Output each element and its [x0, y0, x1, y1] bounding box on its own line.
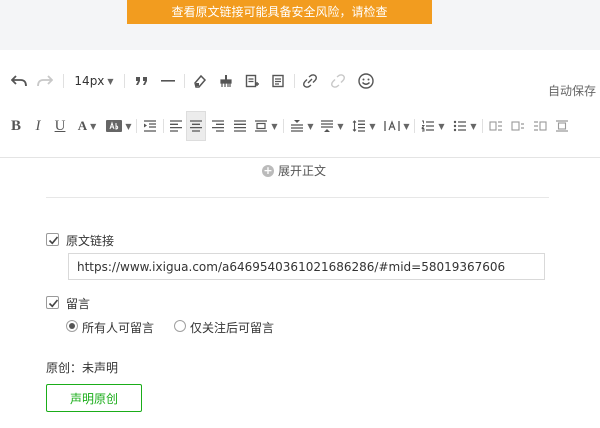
align-right-icon[interactable] [208, 111, 228, 141]
image-float-right-icon[interactable] [530, 111, 550, 141]
unlink-icon[interactable] [328, 66, 348, 96]
chevron-down-icon: ▼ [125, 121, 132, 131]
chevron-down-icon: ▼ [403, 121, 410, 131]
image-float-none-icon[interactable] [508, 111, 528, 141]
eraser-icon[interactable] [190, 66, 210, 96]
comment-label: 留言 [66, 297, 91, 311]
declare-original-button[interactable]: 声明原创 [46, 384, 142, 412]
line-spacing-after-icon[interactable]: ▼ [318, 111, 346, 141]
insert-template-icon[interactable] [242, 66, 262, 96]
chevron-down-icon: ▼ [307, 121, 314, 131]
image-center-icon[interactable] [552, 111, 572, 141]
emoji-icon[interactable] [356, 66, 376, 96]
original-link-input[interactable] [68, 253, 545, 280]
chevron-down-icon: ▼ [337, 121, 344, 131]
original-link-checkbox[interactable] [46, 233, 59, 246]
toolbar-separator [184, 74, 185, 88]
horizontal-rule-icon[interactable] [158, 66, 178, 96]
toolbar-row-2: B I U A ▼ ▼ ▼ ▼ ▼ ▼ ▼ ▼ ▼ [0, 111, 600, 141]
toolbar-separator [283, 119, 284, 133]
chevron-down-icon: ▼ [271, 121, 278, 131]
letter-spacing-icon[interactable]: ▼ [382, 111, 412, 141]
line-spacing-before-icon[interactable]: ▼ [288, 111, 316, 141]
toolbar-separator [482, 119, 483, 133]
chevron-down-icon: ▼ [107, 76, 114, 86]
original-status: 原创：未声明 [46, 361, 119, 375]
align-center-icon[interactable] [186, 111, 206, 141]
italic-icon[interactable]: I [28, 111, 48, 141]
font-size-dropdown[interactable]: 14px ▼ [72, 66, 116, 96]
toolbar-row-1: 14px ▼ 自动保存 [0, 66, 600, 98]
format-painter-icon[interactable] [216, 66, 236, 96]
chevron-down-icon: ▼ [438, 121, 445, 131]
toolbar-separator [136, 119, 137, 133]
ordered-list-icon[interactable]: ▼ [418, 111, 448, 141]
comment-option-everyone-label[interactable]: 所有人可留言 [82, 319, 154, 336]
section-divider [46, 197, 549, 198]
toolbar-separator [124, 74, 125, 88]
original-link-label: 原文链接 [66, 234, 115, 248]
toolbar-separator [163, 119, 164, 133]
link-icon[interactable] [300, 66, 320, 96]
align-left-icon[interactable] [166, 111, 186, 141]
top-area: 查看原文链接可能具备安全风险，请检查 [0, 0, 600, 50]
chevron-down-icon: ▼ [369, 121, 376, 131]
comment-checkbox[interactable] [46, 296, 59, 309]
font-size-value: 14px [74, 74, 105, 88]
image-float-left-icon[interactable] [486, 111, 506, 141]
align-justify-icon[interactable] [230, 111, 250, 141]
expand-content-toggle[interactable]: + 展开正文 [262, 162, 326, 179]
autosave-label: 自动保存 [547, 84, 596, 98]
quote-icon[interactable] [132, 66, 152, 96]
redo-icon[interactable] [34, 66, 56, 96]
toolbar-separator [414, 119, 415, 133]
underline-icon[interactable]: U [50, 111, 70, 141]
unordered-list-icon[interactable]: ▼ [450, 111, 480, 141]
bold-icon[interactable]: B [6, 111, 26, 141]
editor-toolbar: 14px ▼ 自动保存 B I U A ▼ ▼ ▼ ▼ ▼ ▼ ▼ ▼ ▼ [0, 50, 600, 158]
comment-option-followers-label[interactable]: 仅关注后可留言 [190, 319, 274, 336]
toolbar-separator [63, 74, 64, 88]
font-color-icon[interactable]: A ▼ [73, 111, 101, 141]
undo-icon[interactable] [8, 66, 30, 96]
template-list-icon[interactable] [268, 66, 288, 96]
warning-banner: 查看原文链接可能具备安全风险，请检查 [127, 0, 432, 24]
block-align-icon[interactable]: ▼ [252, 111, 280, 141]
comment-option-followers-radio[interactable] [174, 320, 186, 332]
chevron-down-icon: ▼ [470, 121, 477, 131]
chevron-down-icon: ▼ [90, 121, 97, 131]
indent-icon[interactable] [140, 111, 160, 141]
comment-option-everyone-radio[interactable] [66, 320, 78, 332]
background-color-icon[interactable]: ▼ [104, 111, 134, 141]
line-height-icon[interactable]: ▼ [350, 111, 378, 141]
expand-label: 展开正文 [278, 164, 327, 178]
plus-circle-icon: + [262, 163, 274, 177]
toolbar-separator [294, 74, 295, 88]
